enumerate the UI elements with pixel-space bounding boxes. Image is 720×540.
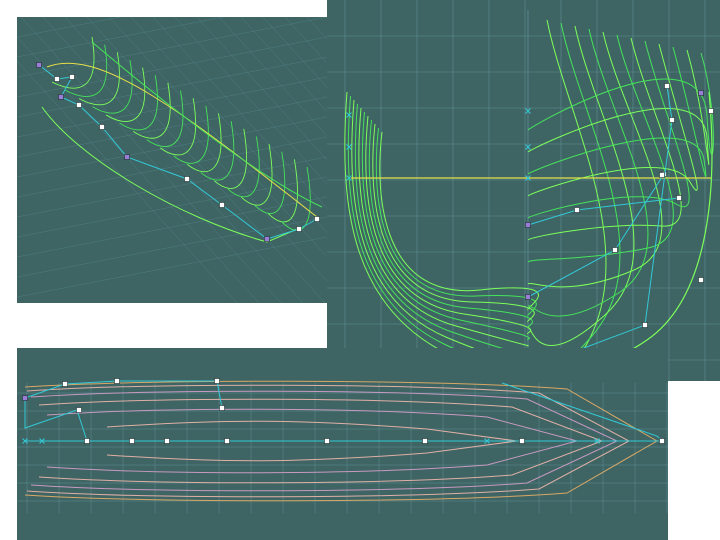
control-point-handle[interactable] bbox=[314, 216, 320, 222]
grid-line bbox=[17, 17, 225, 58]
grid-line bbox=[20, 17, 282, 303]
control-point-handle[interactable] bbox=[669, 117, 675, 123]
control-point-handle[interactable] bbox=[129, 438, 135, 444]
control-point-handle[interactable] bbox=[62, 381, 68, 387]
station-section-line bbox=[241, 143, 273, 206]
control-point-handle[interactable] bbox=[84, 438, 90, 444]
control-point-handle[interactable] bbox=[612, 247, 618, 253]
control-point-handle[interactable] bbox=[698, 90, 704, 96]
control-point-handle[interactable] bbox=[659, 172, 665, 178]
control-point-handle[interactable] bbox=[525, 294, 531, 300]
control-polygon bbox=[527, 173, 665, 298]
control-point-handle[interactable] bbox=[99, 124, 105, 130]
perspective-viewport[interactable] bbox=[17, 17, 327, 303]
plan-viewport[interactable] bbox=[17, 348, 668, 540]
control-point-handle[interactable] bbox=[124, 154, 130, 160]
control-point-handle[interactable] bbox=[519, 438, 525, 444]
control-point-handle[interactable] bbox=[36, 62, 42, 68]
control-point-handle[interactable] bbox=[214, 378, 220, 384]
grid-line bbox=[17, 17, 327, 78]
control-point-handle[interactable] bbox=[264, 236, 270, 242]
station-section-line bbox=[227, 136, 260, 198]
vertex-marker-icon bbox=[346, 144, 352, 150]
control-point-handle[interactable] bbox=[659, 438, 665, 444]
station-section-line bbox=[365, 115, 532, 335]
body-plan-canvas[interactable] bbox=[327, 0, 720, 381]
control-point-handle[interactable] bbox=[642, 322, 648, 328]
control-point-handle[interactable] bbox=[324, 438, 330, 444]
control-polygon bbox=[527, 197, 680, 226]
control-point-handle[interactable] bbox=[676, 195, 682, 201]
control-point-handle[interactable] bbox=[69, 74, 75, 80]
control-point-handle[interactable] bbox=[664, 83, 670, 89]
control-point-handle[interactable] bbox=[574, 207, 580, 213]
station-section-line bbox=[527, 49, 710, 165]
control-point-handle[interactable] bbox=[224, 438, 230, 444]
station-section-line bbox=[379, 131, 539, 311]
grid-line bbox=[17, 156, 327, 218]
grid-line bbox=[196, 17, 327, 161]
control-point-handle[interactable] bbox=[184, 176, 190, 182]
grid-line bbox=[17, 216, 327, 278]
control-point-handle[interactable] bbox=[22, 395, 28, 401]
control-polygon bbox=[38, 64, 318, 240]
grid-line bbox=[17, 236, 327, 298]
control-point-handle[interactable] bbox=[114, 378, 120, 384]
station-section-line bbox=[527, 25, 635, 346]
station-section-line bbox=[527, 31, 663, 288]
control-point-handle[interactable] bbox=[708, 108, 714, 114]
grid-line bbox=[130, 17, 327, 233]
grid-line bbox=[17, 36, 260, 303]
body-plan-viewport[interactable] bbox=[327, 0, 720, 381]
station-section-line bbox=[527, 37, 682, 241]
grid-line bbox=[240, 17, 327, 112]
control-point-handle[interactable] bbox=[58, 94, 64, 100]
control-point-handle[interactable] bbox=[76, 407, 82, 413]
grid-line bbox=[17, 116, 327, 178]
station-section-line bbox=[368, 119, 533, 329]
grid-line bbox=[17, 60, 238, 303]
control-point-handle[interactable] bbox=[698, 277, 704, 283]
control-point-handle[interactable] bbox=[54, 76, 60, 82]
control-point-handle[interactable] bbox=[76, 102, 82, 108]
grid-line bbox=[42, 17, 304, 303]
grid-line bbox=[262, 17, 327, 88]
station-section-line bbox=[372, 123, 535, 323]
grid-line bbox=[17, 96, 327, 158]
control-point-handle[interactable] bbox=[164, 438, 170, 444]
control-point-handle[interactable] bbox=[525, 222, 531, 228]
control-polygon bbox=[24, 398, 88, 442]
control-point-handle[interactable] bbox=[422, 438, 428, 444]
control-point-handle[interactable] bbox=[296, 226, 302, 232]
control-point-handle[interactable] bbox=[219, 405, 225, 411]
control-point-handle[interactable] bbox=[219, 202, 225, 208]
grid-line bbox=[17, 36, 327, 98]
plan-canvas[interactable] bbox=[17, 348, 668, 540]
perspective-canvas[interactable] bbox=[17, 17, 327, 303]
grid-line bbox=[284, 17, 327, 64]
